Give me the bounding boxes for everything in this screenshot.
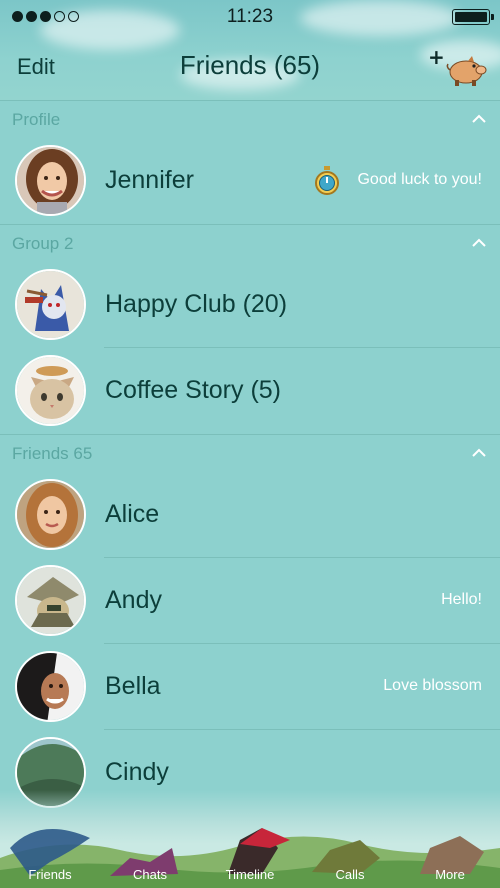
friends-list: Profile Jennifer Good luck to you! Group… — [0, 100, 500, 816]
chevron-up-icon[interactable] — [472, 238, 486, 248]
tab-chats[interactable]: Chats — [100, 867, 200, 882]
section-label: Group 2 — [12, 234, 74, 253]
tab-timeline[interactable]: Timeline — [200, 867, 300, 882]
section-header-friends[interactable]: Friends 65 — [0, 434, 500, 472]
group-row[interactable]: Coffee Story (5) — [0, 348, 500, 434]
status-bar: 11:23 — [0, 0, 500, 34]
avatar — [15, 355, 86, 426]
friend-name: Andy — [105, 586, 162, 614]
avatar — [15, 651, 86, 722]
friend-name: Cindy — [105, 758, 169, 786]
group-row[interactable]: Happy Club (20) — [0, 262, 500, 348]
tab-friends[interactable]: Friends — [0, 867, 100, 882]
friend-name: Bella — [105, 672, 161, 700]
header: 11:23 Edit Friends (65) + — [0, 0, 500, 100]
avatar — [15, 145, 86, 216]
group-name: Happy Club (20) — [105, 290, 288, 318]
profile-name: Jennifer — [105, 166, 194, 194]
avatar — [15, 479, 86, 550]
friend-row[interactable]: Bella Love blossom — [0, 644, 500, 730]
friend-row[interactable]: Alice — [0, 472, 500, 558]
nav-bar: Edit Friends (65) + — [0, 42, 500, 90]
friend-name: Alice — [105, 500, 160, 528]
avatar — [15, 269, 86, 340]
status-message: Love blossom — [383, 677, 482, 694]
chevron-up-icon[interactable] — [472, 114, 486, 124]
section-header-profile[interactable]: Profile — [0, 100, 500, 138]
avatar — [15, 565, 86, 636]
profile-row[interactable]: Jennifer Good luck to you! — [0, 138, 500, 224]
friend-row[interactable]: Andy Hello! — [0, 558, 500, 644]
tab-bar: Friends Chats Timeline Calls More — [0, 790, 500, 888]
tab-more[interactable]: More — [400, 867, 500, 882]
status-message: Good luck to you! — [357, 171, 482, 188]
section-label: Profile — [12, 110, 61, 129]
tab-calls[interactable]: Calls — [300, 867, 400, 882]
stopwatch-icon — [315, 166, 339, 195]
svg-text:+: + — [428, 48, 445, 69]
status-time: 11:23 — [226, 6, 274, 27]
section-header-groups[interactable]: Group 2 — [0, 224, 500, 262]
add-friend-pig-icon: + — [428, 45, 487, 86]
chevron-up-icon[interactable] — [472, 448, 486, 458]
battery-icon — [452, 9, 494, 25]
group-name: Coffee Story (5) — [105, 376, 282, 404]
status-message: Hello! — [441, 591, 482, 608]
signal-strength-icon — [12, 11, 79, 22]
page-title: Friends (65) — [179, 50, 321, 80]
section-label: Friends 65 — [12, 444, 93, 463]
add-friend-button[interactable]: + — [428, 45, 490, 88]
